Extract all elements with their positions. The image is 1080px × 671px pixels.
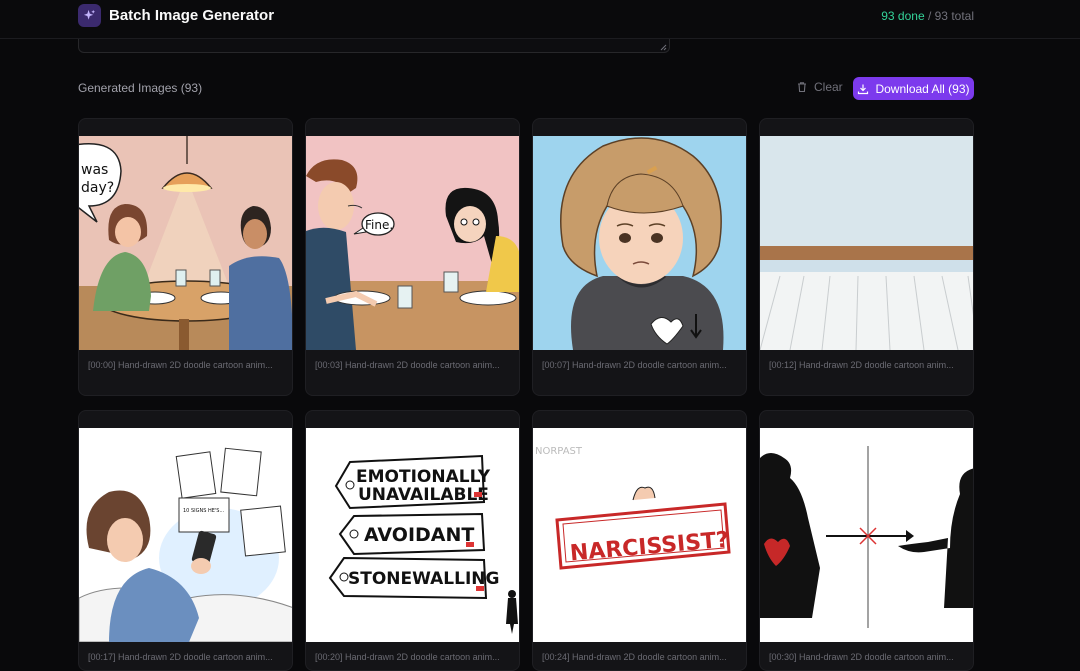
image-caption: [00:00] Hand-drawn 2D doodle cartoon ani… xyxy=(88,360,273,370)
image-caption: [00:20] Hand-drawn 2D doodle cartoon ani… xyxy=(315,652,500,662)
speech-bubble-text: was xyxy=(81,162,108,178)
paper-text: 10 SIGNS HE'S... xyxy=(183,508,225,514)
image-card[interactable]: [00:12] Hand-drawn 2D doodle cartoon ani… xyxy=(759,118,974,396)
generated-image[interactable]: 10 SIGNS HE'S... xyxy=(79,428,292,642)
trash-icon xyxy=(798,82,806,93)
generated-image[interactable] xyxy=(533,136,746,350)
download-label: Download All (93) xyxy=(875,81,970,96)
image-card[interactable]: [00:30] Hand-drawn 2D doodle cartoon ani… xyxy=(759,410,974,671)
image-caption: [00:24] Hand-drawn 2D doodle cartoon ani… xyxy=(542,652,727,662)
tag-text: UNAVAILABLE xyxy=(358,485,489,505)
speech-bubble-text: day? xyxy=(81,180,114,196)
generated-image[interactable]: NORPAST NARCISSIST? xyxy=(533,428,746,642)
image-caption: [00:07] Hand-drawn 2D doodle cartoon ani… xyxy=(542,360,727,370)
generated-image[interactable]: Fine. xyxy=(306,136,519,350)
image-caption: [00:17] Hand-drawn 2D doodle cartoon ani… xyxy=(88,652,273,662)
image-caption: [00:12] Hand-drawn 2D doodle cartoon ani… xyxy=(769,360,954,370)
corner-text: NORPAST xyxy=(535,446,583,457)
done-count: 93 done xyxy=(881,9,925,23)
section-title: Generated Images (93) xyxy=(78,81,203,95)
top-bar: Batch Image Generator 93 done / 93 total xyxy=(0,0,1080,39)
generated-image[interactable] xyxy=(760,136,973,350)
total-count: / 93 total xyxy=(927,9,974,23)
clear-button[interactable]: Clear xyxy=(796,80,843,94)
app-title: Batch Image Generator xyxy=(109,7,275,24)
generated-image[interactable]: was day? xyxy=(79,136,292,350)
image-card[interactable]: NORPAST NARCISSIST? [00:24] Hand-drawn 2… xyxy=(532,410,747,671)
image-card[interactable]: was day? [00:00] Hand-drawn 2D doodle ca… xyxy=(78,118,293,396)
image-card[interactable]: [00:07] Hand-drawn 2D doodle cartoon ani… xyxy=(532,118,747,396)
speech-bubble-text: Fine. xyxy=(365,218,393,232)
image-card[interactable]: EMOTIONALLY UNAVAILABLE AVOIDANT STONEWA… xyxy=(305,410,520,671)
sparkles-icon xyxy=(78,4,101,27)
tag-text: EMOTIONALLY xyxy=(356,467,491,487)
generated-image[interactable] xyxy=(760,428,973,642)
download-icon xyxy=(858,84,869,94)
prompt-textarea[interactable] xyxy=(78,39,670,53)
image-card[interactable]: Fine. [00:03] Hand-drawn 2D doodle carto… xyxy=(305,118,520,396)
image-caption: [00:03] Hand-drawn 2D doodle cartoon ani… xyxy=(315,360,500,370)
progress-status: 93 done / 93 total xyxy=(881,9,974,23)
image-caption: [00:30] Hand-drawn 2D doodle cartoon ani… xyxy=(769,652,954,662)
image-card[interactable]: 10 SIGNS HE'S... [00:17] Hand-drawn 2D d… xyxy=(78,410,293,671)
clear-label: Clear xyxy=(814,80,843,94)
download-all-button[interactable]: Download All (93) xyxy=(853,77,974,100)
resize-handle-icon[interactable] xyxy=(660,44,667,51)
generated-image[interactable]: EMOTIONALLY UNAVAILABLE AVOIDANT STONEWA… xyxy=(306,428,519,642)
tag-text: AVOIDANT xyxy=(364,524,474,546)
